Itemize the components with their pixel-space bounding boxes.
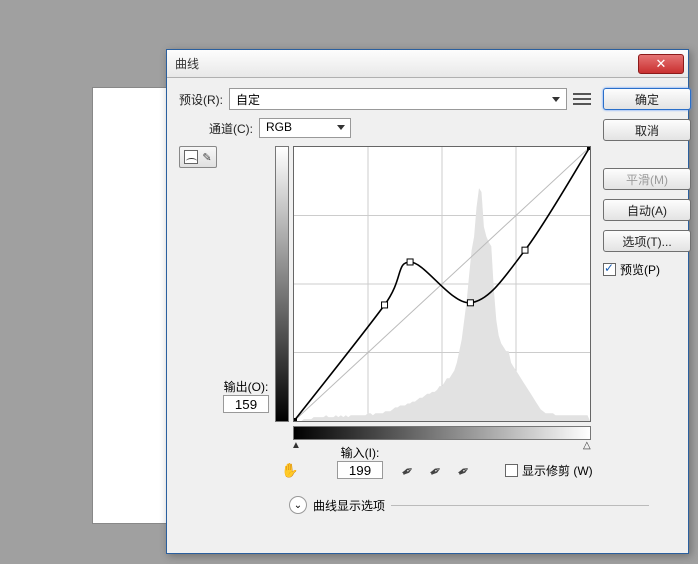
- output-gradient: [275, 146, 289, 422]
- show-clipping-label: 显示修剪 (W): [522, 462, 593, 479]
- chevron-down-icon: ⌄: [294, 500, 302, 511]
- cancel-button[interactable]: 取消: [603, 119, 691, 141]
- divider: [391, 505, 649, 506]
- expand-options-button[interactable]: ⌄: [289, 496, 307, 514]
- eyedropper-gray-icon[interactable]: ✒: [426, 458, 451, 483]
- smooth-button: 平滑(M): [603, 168, 691, 190]
- dialog-title: 曲线: [175, 55, 199, 72]
- preset-label: 预设(R):: [179, 91, 223, 108]
- eyedropper-black-icon[interactable]: ✒: [398, 458, 423, 483]
- output-label: 输出(O):: [219, 378, 273, 395]
- close-button[interactable]: ✕: [638, 54, 684, 74]
- preset-select[interactable]: 自定: [229, 88, 567, 110]
- checkbox-icon: [505, 464, 518, 477]
- eyedropper-white-icon[interactable]: ✒: [454, 458, 479, 483]
- checkbox-checked-icon: [603, 263, 616, 276]
- curves-dialog: 曲线 ✕ 预设(R): 自定 通道(C): RGB ✎: [166, 49, 689, 554]
- preset-menu-icon[interactable]: [573, 92, 591, 106]
- close-icon: ✕: [656, 56, 667, 72]
- preview-checkbox[interactable]: 预览(P): [603, 261, 691, 278]
- channel-value: RGB: [266, 120, 292, 134]
- output-block: 输出(O):: [219, 378, 273, 413]
- channel-label: 通道(C):: [209, 120, 253, 137]
- channel-select[interactable]: RGB: [259, 118, 351, 138]
- curve-svg: [294, 147, 590, 421]
- target-adjust-tool[interactable]: ✋: [279, 460, 301, 480]
- pencil-icon: ✎: [202, 151, 211, 164]
- curve-options-label: 曲线显示选项: [313, 497, 385, 514]
- preset-value: 自定: [236, 93, 260, 107]
- white-point-slider[interactable]: △: [583, 440, 591, 451]
- curve-tool-toggle[interactable]: ✎: [179, 146, 217, 168]
- options-button[interactable]: 选项(T)...: [603, 230, 691, 252]
- input-gradient: [293, 426, 591, 440]
- output-field[interactable]: [223, 395, 269, 413]
- auto-button[interactable]: 自动(A): [603, 199, 691, 221]
- show-clipping-checkbox[interactable]: 显示修剪 (W): [505, 462, 593, 479]
- curves-chart[interactable]: [293, 146, 591, 422]
- ok-button[interactable]: 确定: [603, 88, 691, 110]
- preview-label: 预览(P): [620, 261, 660, 278]
- black-point-slider[interactable]: ▲: [291, 440, 301, 451]
- curve-point-icon: [184, 150, 198, 164]
- titlebar[interactable]: 曲线 ✕: [167, 50, 688, 78]
